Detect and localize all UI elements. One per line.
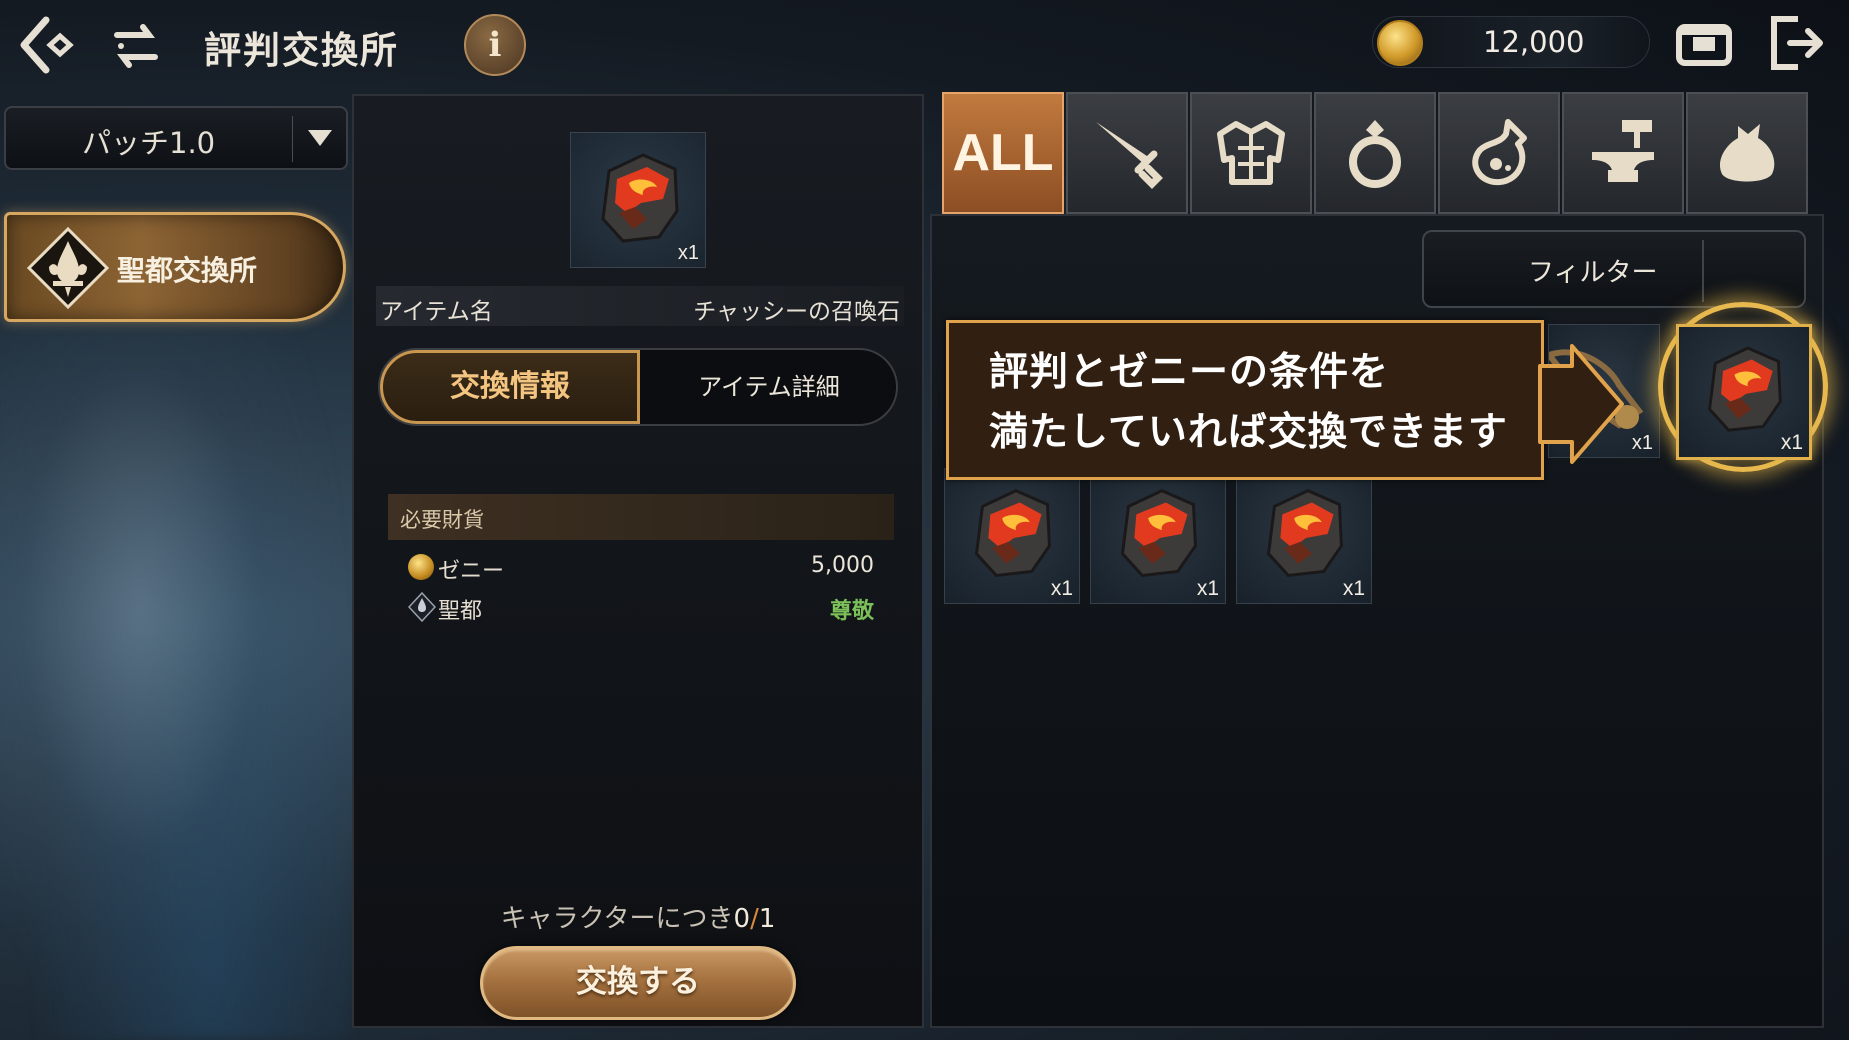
- exchange-limit-current: 0: [733, 904, 751, 934]
- selected-item-thumbnail: x1: [570, 132, 706, 268]
- background-blur: [0, 320, 350, 1040]
- tab-category-weapon[interactable]: [1066, 92, 1188, 214]
- required-currency-title: 必要財貨: [400, 508, 484, 532]
- tab-category-all[interactable]: ALL: [942, 92, 1064, 214]
- exchange-limit-max: 1: [758, 904, 776, 934]
- filter-label: フィルター: [1528, 258, 1658, 288]
- back-icon[interactable]: [14, 10, 84, 80]
- shop-item-slot[interactable]: x1: [1090, 468, 1226, 604]
- tab-category-armor[interactable]: [1190, 92, 1312, 214]
- storage-icon[interactable]: [1672, 14, 1736, 74]
- tab-category-etc[interactable]: [1686, 92, 1808, 214]
- item-detail-panel: x1 アイテム名 チャッシーの召喚石 交換情報 アイテム詳細 必要財貨 ゼニー …: [352, 94, 924, 1028]
- exchange-limit-label: キャラクターにつき: [500, 904, 734, 934]
- zeny-coin-icon: [408, 554, 434, 580]
- item-quantity: x1: [1196, 577, 1219, 600]
- sidebar-item-holy-city-exchange[interactable]: 聖都交換所: [4, 212, 346, 322]
- item-quantity: x1: [1631, 432, 1653, 454]
- requirement-name: ゼニー: [438, 559, 505, 584]
- patch-select-label: パッチ1.0: [82, 126, 216, 160]
- item-quantity: x1: [1342, 577, 1365, 600]
- shop-item-slot[interactable]: x1: [944, 468, 1080, 604]
- sword-icon: [1096, 122, 1163, 189]
- tab-category-label: ALL: [952, 124, 1054, 182]
- ring-icon: [1349, 120, 1401, 188]
- shop-item-slot[interactable]: x1: [1236, 468, 1372, 604]
- item-name-row: アイテム名 チャッシーの召喚石: [376, 286, 904, 326]
- requirement-value: 尊敬: [829, 599, 874, 624]
- pouch-icon: [1719, 124, 1775, 182]
- shop-item-slot-selected[interactable]: x1: [1676, 324, 1812, 460]
- info-icon[interactable]: i: [464, 14, 526, 76]
- patch-select[interactable]: パッチ1.0: [4, 106, 348, 170]
- holy-city-emblem-icon: [26, 226, 110, 310]
- tab-category-crafting[interactable]: [1562, 92, 1684, 214]
- tab-category-consumable[interactable]: [1438, 92, 1560, 214]
- requirement-value: 5,000: [811, 553, 874, 578]
- item-quantity: x1: [1050, 577, 1073, 600]
- holy-city-emblem-icon: [407, 591, 437, 623]
- item-name-value: チャッシーの召喚石: [693, 299, 900, 325]
- anvil-icon: [1592, 120, 1654, 182]
- zeny-coin-icon: [1377, 20, 1423, 66]
- currency-value: 12,000: [1483, 25, 1585, 59]
- tutorial-tooltip-text: 評判とゼニーの条件を 満たしていれば交換できます: [989, 343, 1508, 463]
- tab-exchange-info[interactable]: 交換情報: [380, 350, 640, 424]
- exit-icon[interactable]: [1766, 10, 1830, 76]
- requirement-row-zeny: ゼニー 5,000: [408, 550, 874, 586]
- detail-tabs: 交換情報 アイテム詳細: [378, 348, 898, 426]
- page-title: 評判交換所: [204, 29, 399, 72]
- item-name-label: アイテム名: [380, 299, 493, 325]
- required-currency-header: 必要財貨: [388, 494, 894, 540]
- top-bar: 評判交換所 i 12,000: [0, 0, 1849, 90]
- tutorial-tooltip-line: 評判とゼニーの条件を: [989, 350, 1390, 395]
- tutorial-tooltip-line: 満たしていれば交換できます: [989, 410, 1508, 455]
- switch-icon[interactable]: [108, 18, 164, 74]
- tutorial-tooltip: 評判とゼニーの条件を 満たしていれば交換できます: [946, 320, 1544, 480]
- currency-display: 12,000: [1372, 16, 1650, 68]
- tooltip-arrow-icon: [1538, 344, 1624, 464]
- exchange-limit-separator: /: [750, 904, 759, 934]
- tab-item-detail[interactable]: アイテム詳細: [642, 350, 896, 424]
- filter-button[interactable]: フィルター: [1422, 230, 1806, 308]
- potion-icon: [1472, 119, 1527, 186]
- requirement-row-reputation: 聖都 尊敬: [407, 590, 874, 626]
- patch-select-divider: [292, 116, 293, 162]
- requirement-name: 聖都: [438, 599, 483, 624]
- dropdown-arrow-icon: [308, 130, 332, 146]
- exchange-button[interactable]: 交換する: [480, 946, 796, 1020]
- item-quantity: x1: [677, 242, 699, 264]
- exchange-limit: キャラクターにつき0/1: [354, 898, 922, 935]
- filter-divider: [1702, 240, 1704, 302]
- sidebar-item-label: 聖都交換所: [117, 254, 258, 287]
- armor-icon: [1217, 121, 1285, 185]
- tab-category-accessory[interactable]: [1314, 92, 1436, 214]
- item-quantity: x1: [1780, 431, 1803, 454]
